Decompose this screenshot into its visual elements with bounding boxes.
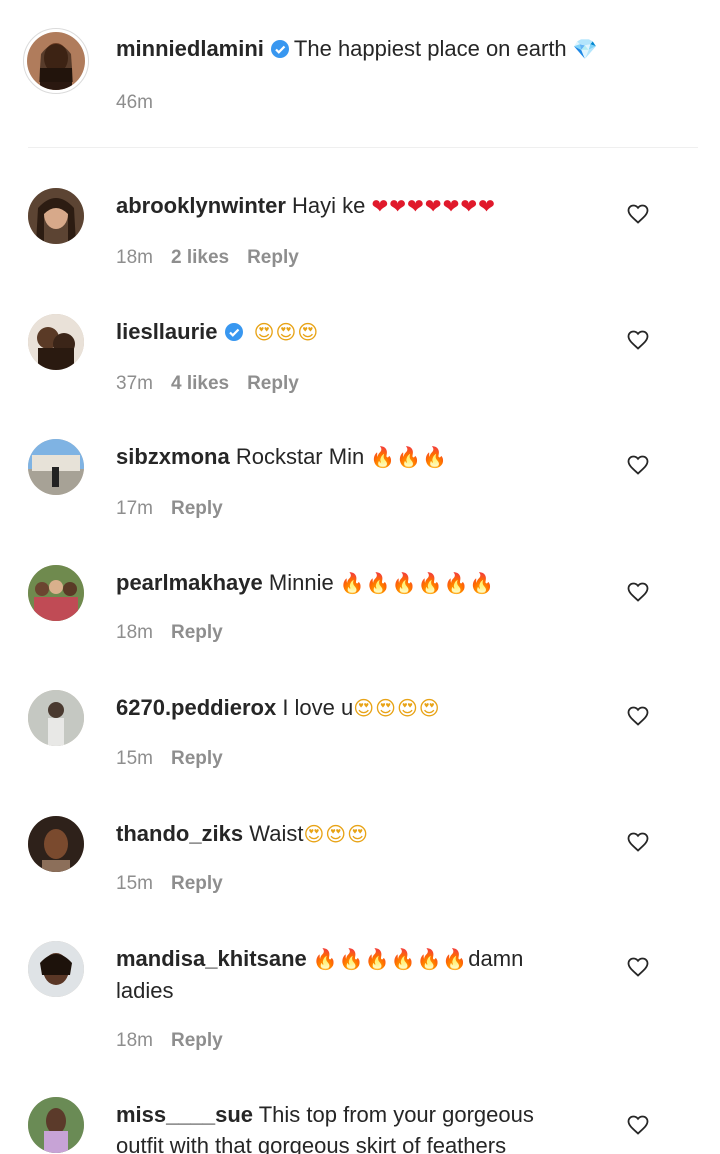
likes-count[interactable]: 2 likes [171, 247, 229, 268]
comment-text: mandisa_khitsane 🔥🔥🔥🔥🔥🔥damn ladies [116, 943, 576, 1006]
comment-emoji: 🔥🔥🔥🔥🔥🔥 [312, 947, 469, 971]
comment-body: Hayi ke [292, 193, 366, 218]
comment-meta: 17m Reply [116, 498, 241, 520]
caption-time: 46m [116, 92, 153, 113]
comment-username[interactable]: miss____sue [116, 1102, 253, 1127]
avatar[interactable] [28, 941, 84, 997]
reply-button[interactable]: Reply [171, 873, 223, 894]
comment-body: Waist [249, 821, 304, 846]
avatar-image [27, 32, 85, 90]
comment-text: miss____sue This top from your gorgeous … [116, 1099, 586, 1154]
comment-username[interactable]: 6270.peddierox [116, 695, 276, 720]
comment-username[interactable]: sibzxmona [116, 444, 230, 469]
comment-time: 15m [116, 748, 153, 769]
reply-button[interactable]: Reply [171, 748, 223, 769]
reply-button[interactable]: Reply [171, 498, 223, 519]
comment-username[interactable]: abrooklynwinter [116, 193, 286, 218]
comment-row: thando_ziks Waist😍😍😍 15m Reply [0, 816, 720, 926]
comment-meta: 15m Reply [116, 873, 241, 895]
comment-username[interactable]: liesllaurie [116, 319, 218, 344]
heart-outline-icon[interactable] [626, 328, 650, 352]
caption-body: The happiest place on earth [293, 36, 567, 61]
comment-text: thando_ziks Waist😍😍😍 [116, 818, 596, 850]
comment-username[interactable]: mandisa_khitsane [116, 946, 307, 971]
heart-outline-icon[interactable] [626, 704, 650, 728]
heart-outline-icon[interactable] [626, 202, 650, 226]
comment-time: 18m [116, 1030, 153, 1051]
comment-text: pearlmakhaye Minnie 🔥🔥🔥🔥🔥🔥 [116, 567, 596, 599]
comment-text: abrooklynwinter Hayi ke ❤❤❤❤❤❤❤ [116, 190, 596, 222]
comment-body: I love u [282, 695, 354, 720]
avatar[interactable] [28, 816, 84, 872]
comment-emoji: ❤❤❤❤❤❤❤ [371, 194, 496, 218]
caption-meta: 46m [116, 92, 171, 114]
caption: minniedlamini The happiest place on earth… [0, 0, 720, 148]
comment-row: pearlmakhaye Minnie 🔥🔥🔥🔥🔥🔥 18m Reply [0, 565, 720, 675]
comment-emoji: 😍😍😍 [253, 320, 320, 344]
divider [28, 147, 698, 148]
avatar[interactable] [28, 439, 84, 495]
comment-username[interactable]: pearlmakhaye [116, 570, 263, 595]
heart-outline-icon[interactable] [626, 830, 650, 854]
comment-emoji: 🔥🔥🔥 [370, 445, 449, 469]
reply-button[interactable]: Reply [171, 1030, 223, 1051]
likes-count[interactable]: 4 likes [171, 373, 229, 394]
comment-text: 6270.peddierox I love u😍😍😍😍 [116, 692, 596, 724]
heart-outline-icon[interactable] [626, 1113, 650, 1137]
comment-meta: 37m 4 likes Reply [116, 373, 317, 395]
caption-emoji: 💎 [572, 37, 599, 61]
comment-row: abrooklynwinter Hayi ke ❤❤❤❤❤❤❤ 18m 2 lik… [0, 188, 720, 298]
heart-outline-icon[interactable] [626, 453, 650, 477]
avatar[interactable] [28, 314, 84, 370]
comment-body: Minnie [268, 570, 334, 595]
comment-meta: 15m Reply [116, 748, 241, 770]
comment-meta: 18m 2 likes Reply [116, 247, 317, 269]
comment-row: liesllaurie 😍😍😍 37m 4 likes Reply [0, 314, 720, 424]
avatar[interactable] [28, 188, 84, 244]
comment-time: 18m [116, 622, 153, 643]
comment-text: liesllaurie 😍😍😍 [116, 316, 596, 350]
comment-body: Rockstar Min [235, 444, 365, 469]
avatar[interactable] [28, 1097, 84, 1153]
verified-badge-icon [270, 36, 290, 67]
heart-outline-icon[interactable] [626, 955, 650, 979]
reply-button[interactable]: Reply [171, 622, 223, 643]
comment-emoji: 😍😍😍 [303, 822, 370, 846]
comment-time: 17m [116, 498, 153, 519]
comment-emoji: 😍😍😍😍 [353, 696, 441, 720]
comment-emoji: 🔥🔥🔥🔥🔥🔥 [339, 571, 496, 595]
comment-row: mandisa_khitsane 🔥🔥🔥🔥🔥🔥damn ladies 18m Re… [0, 941, 720, 1081]
reply-button[interactable]: Reply [247, 373, 299, 394]
avatar[interactable] [28, 565, 84, 621]
comment-row: sibzxmona Rockstar Min 🔥🔥🔥 17m Reply [0, 439, 720, 549]
comment-time: 15m [116, 873, 153, 894]
caption-text: minniedlamini The happiest place on earth… [116, 33, 676, 67]
heart-outline-icon[interactable] [626, 580, 650, 604]
caption-avatar[interactable] [23, 28, 89, 94]
comment-text: sibzxmona Rockstar Min 🔥🔥🔥 [116, 441, 596, 473]
comment-meta: 18m Reply [116, 1030, 241, 1052]
reply-button[interactable]: Reply [247, 247, 299, 268]
comment-username[interactable]: thando_ziks [116, 821, 243, 846]
verified-badge-icon [224, 319, 244, 350]
comment-meta: 18m Reply [116, 622, 241, 644]
comment-row: miss____sue This top from your gorgeous … [0, 1097, 720, 1154]
comment-time: 18m [116, 247, 153, 268]
comment-time: 37m [116, 373, 153, 394]
caption-username[interactable]: minniedlamini [116, 36, 264, 61]
avatar[interactable] [28, 690, 84, 746]
comment-row: 6270.peddierox I love u😍😍😍😍 15m Reply [0, 690, 720, 800]
